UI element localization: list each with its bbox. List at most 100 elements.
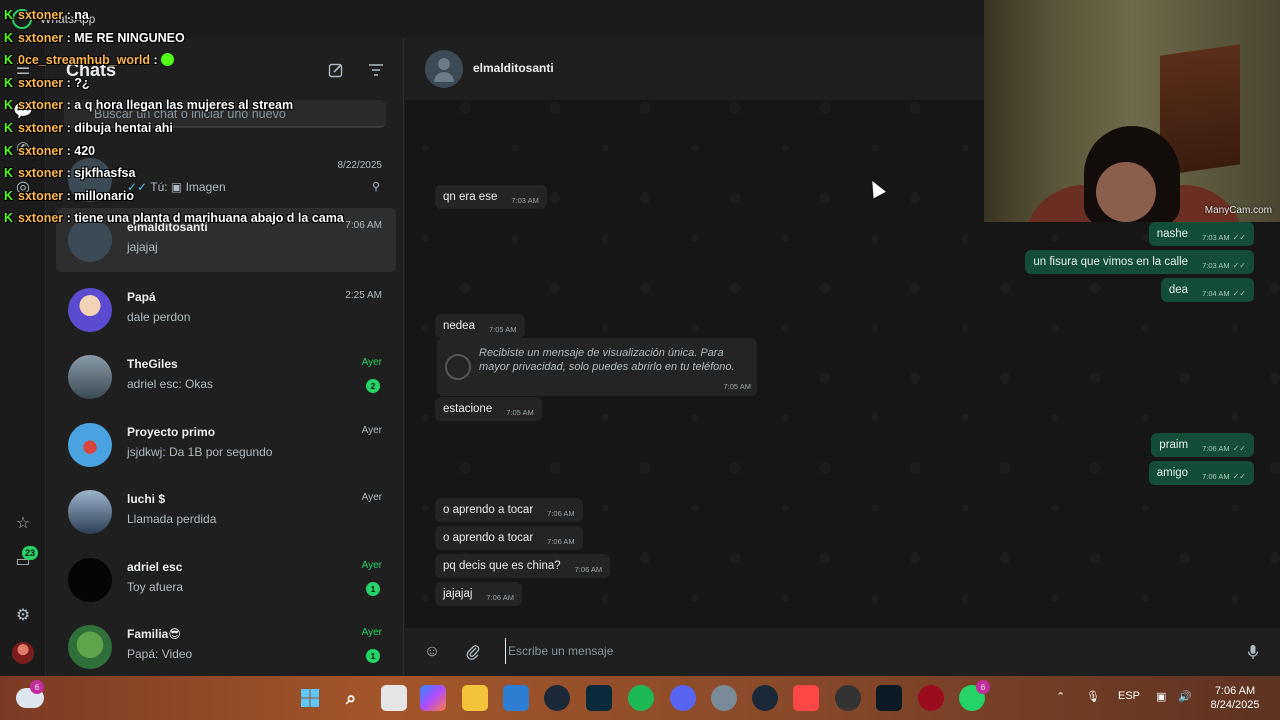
stream-chat-username: 0ce_streamhub_world — [18, 53, 150, 68]
message-text: o aprendo a tocar — [443, 504, 534, 516]
contact-name[interactable]: elmalditosanti — [473, 61, 554, 75]
volume-icon[interactable]: 🔊 — [1178, 690, 1192, 703]
chat-row[interactable]: TheGiles adriel esc: Okas Ayer 2 — [56, 345, 396, 409]
network-icon[interactable]: ▣ — [1156, 690, 1166, 703]
search-icon[interactable]: ⌕ — [338, 685, 364, 711]
chat-preview: jajajaj — [127, 240, 158, 254]
microphone-tray-icon[interactable]: 🎙 — [1086, 690, 1100, 703]
stream-chat-text: ?¿ — [74, 75, 90, 90]
view-once-message[interactable]: Recibiste un mensaje de visualización ún… — [437, 338, 757, 396]
preview-text: adriel esc: Okas — [127, 377, 214, 391]
file-explorer-icon[interactable] — [462, 685, 488, 711]
filter-icon[interactable] — [364, 58, 388, 82]
message-time: 7:03 AM — [1202, 233, 1230, 242]
lol-icon[interactable] — [876, 685, 902, 711]
chat-row[interactable]: Papá dale perdon 2:25 AM — [56, 278, 396, 342]
message-text: nedea — [443, 320, 475, 332]
windows-start-icon[interactable] — [297, 685, 323, 711]
incoming-message[interactable]: estacione 7:05 AM — [435, 397, 542, 421]
obs-icon[interactable] — [835, 685, 861, 711]
incoming-message[interactable]: o aprendo a tocar 7:06 AM — [435, 526, 583, 550]
chat-preview: dale perdon — [127, 310, 190, 324]
webcam-overlay: ManyCam.com — [984, 0, 1280, 222]
kick-logo-icon: K — [4, 53, 14, 68]
chat-time: 8/22/2025 — [337, 160, 383, 171]
contact-avatar[interactable] — [425, 50, 463, 88]
chat-preview: ✓✓ Tú: ▣ Imagen — [127, 180, 226, 194]
chat-avatar — [68, 288, 112, 332]
incoming-message[interactable]: jajajaj 7:06 AM — [435, 582, 522, 606]
starred-icon[interactable]: ☆ — [10, 510, 36, 536]
spotify-icon[interactable] — [628, 685, 654, 711]
chevron-up-icon[interactable]: ⌃ — [1056, 690, 1065, 703]
chat-preview: Papá: Video — [127, 647, 192, 661]
outgoing-message[interactable]: praim 7:06 AM ✓✓ — [1151, 433, 1254, 457]
steam-icon[interactable] — [544, 685, 570, 711]
chat-avatar — [68, 355, 112, 399]
chat-row[interactable]: Proyecto primo jsjdkwj: Da 1B por segundo… — [56, 413, 396, 477]
message-text: jajajaj — [443, 588, 473, 600]
incoming-message[interactable]: o aprendo a tocar 7:06 AM — [435, 498, 583, 522]
copilot-icon[interactable] — [420, 685, 446, 711]
microphone-icon[interactable] — [1241, 640, 1265, 664]
settings-gear-icon[interactable]: ⚙ — [10, 602, 36, 628]
stream-chat-text: a q hora llegan las mujeres al stream — [74, 98, 294, 113]
webcam-person-face — [1096, 162, 1156, 222]
incoming-message[interactable]: pq decis que es china? 7:06 AM — [435, 554, 611, 578]
message-composer: ☺ — [405, 628, 1280, 676]
chat-avatar — [68, 490, 112, 534]
steam-icon-2[interactable] — [752, 685, 778, 711]
stream-chat-username: sxtoner — [18, 30, 64, 45]
chat-name: Familia😎 — [127, 627, 181, 641]
stream-chat-line: K 0ce_streamhub_world : — [4, 53, 175, 73]
settings-gear-icon[interactable] — [711, 685, 737, 711]
message-time: 7:06 AM — [1202, 444, 1230, 453]
stream-chat-username: sxtoner — [18, 211, 64, 226]
outgoing-message[interactable]: amigo 7:06 AM ✓✓ — [1148, 461, 1254, 485]
chat-preview: Toy afuera — [127, 580, 183, 594]
outgoing-message[interactable]: un fisura que vimos en la calle 7:03 AM ✓✓ — [1025, 250, 1254, 274]
weather-badge: 6 — [30, 680, 44, 694]
language-indicator[interactable]: ESP — [1118, 690, 1140, 702]
task-view-icon[interactable] — [381, 685, 407, 711]
message-input[interactable] — [505, 638, 1225, 664]
microsoft-store-icon[interactable] — [503, 685, 529, 711]
stream-chat-text: 420 — [74, 143, 96, 158]
kick-logo-icon: K — [4, 121, 14, 135]
chat-preview: Llamada perdida — [127, 512, 216, 526]
message-time: 7:03 AM — [1202, 261, 1230, 270]
message-time: 7:03 AM — [511, 196, 539, 205]
league-client-icon[interactable] — [586, 685, 612, 711]
chat-preview: jsjdkwj: Da 1B por segundo — [127, 445, 272, 459]
separator: : — [63, 30, 75, 45]
emoji-icon[interactable]: ☺ — [420, 640, 444, 664]
outgoing-message[interactable]: dea 7:04 AM ✓✓ — [1160, 278, 1254, 302]
kick-logo-icon: K — [4, 188, 14, 203]
chat-row[interactable]: Familia😎 Papá: Video Ayer 1 — [56, 615, 396, 676]
incoming-message[interactable]: qn era ese 7:03 AM — [435, 185, 547, 209]
stream-chat-username: sxtoner — [18, 75, 64, 90]
chat-time: Ayer — [361, 357, 382, 368]
pin-icon: ⚲ — [371, 181, 380, 193]
stream-chat-line: Ksxtoner : ?¿ — [4, 76, 90, 96]
incoming-message[interactable]: nedea 7:05 AM — [435, 314, 525, 338]
attach-paperclip-icon[interactable] — [461, 640, 485, 664]
double-check-icon: ✓✓ — [1232, 261, 1246, 270]
manycam-watermark: ManyCam.com — [1204, 205, 1272, 216]
profile-avatar[interactable] — [12, 642, 34, 664]
chat-row[interactable]: adriel esc Toy afuera Ayer 1 — [56, 548, 396, 612]
outgoing-message[interactable]: nashe 7:03 AM ✓✓ — [1148, 222, 1254, 246]
clock[interactable]: 7:06 AM 8/24/2025 — [1198, 684, 1272, 712]
stream-chat-line: Ksxtoner : 420 — [4, 144, 95, 164]
discord-icon[interactable] — [670, 685, 696, 711]
new-chat-icon[interactable] — [324, 58, 348, 82]
ea-app-icon[interactable] — [793, 685, 819, 711]
stream-chat-line: Ksxtoner : na — [4, 8, 89, 28]
double-check-icon: ✓✓ — [1232, 472, 1246, 481]
chat-row[interactable]: luchi $ Llamada perdida Ayer — [56, 480, 396, 544]
stream-chat-line: Ksxtoner : millonario — [4, 189, 134, 209]
stream-chat-line: Ksxtoner : tiene una planta d marihuana … — [4, 211, 344, 231]
message-time: 7:06 AM — [547, 509, 575, 518]
chat-name: Papá — [127, 290, 156, 304]
opera-gx-icon[interactable] — [918, 685, 944, 711]
